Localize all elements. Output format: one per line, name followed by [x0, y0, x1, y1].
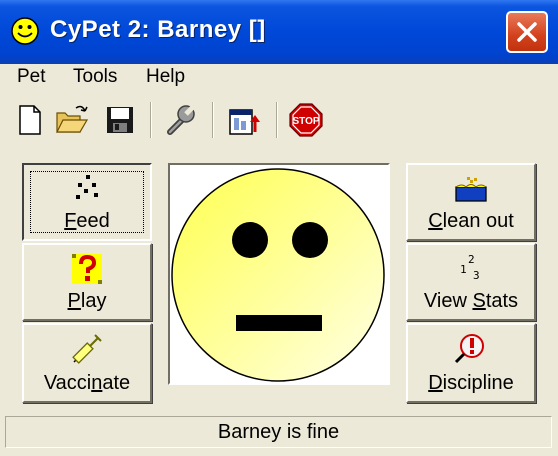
discipline-label: Discipline [428, 372, 514, 394]
feed-button[interactable]: Feed [22, 163, 152, 241]
close-button[interactable] [506, 11, 548, 53]
new-file-icon[interactable] [12, 102, 48, 138]
menu-pet[interactable]: Pet [17, 66, 46, 88]
toolbar-separator [212, 102, 214, 138]
window-title: CyPet 2: Barney [] [50, 16, 266, 43]
discipline-button[interactable]: Discipline [406, 323, 536, 403]
feed-label: Feed [64, 210, 110, 232]
warning-icon [453, 331, 489, 371]
question-toy-icon [70, 252, 104, 292]
stop-text: STOP [292, 116, 319, 127]
wrench-icon[interactable] [162, 102, 198, 138]
status-bar: Barney is fine [5, 416, 552, 448]
clean-out-button[interactable]: Clean out [406, 163, 536, 241]
open-folder-icon[interactable] [54, 102, 90, 138]
view-stats-button[interactable]: 1 2 3 View Stats [406, 243, 536, 321]
play-label: Play [67, 290, 107, 312]
stats-numbers-icon: 1 2 3 [456, 251, 486, 289]
toolbar-separator [276, 102, 278, 138]
litter-tray-icon [454, 175, 488, 209]
stats-digit: 3 [473, 269, 480, 282]
clean-out-label: Clean out [428, 210, 514, 232]
food-pellets-icon [72, 173, 102, 209]
vaccinate-label: Vaccinate [43, 372, 131, 394]
smiley-icon [10, 16, 40, 46]
toolbar: STOP [0, 96, 558, 144]
menu-help[interactable]: Help [146, 66, 185, 88]
menu-tools[interactable]: Tools [73, 66, 117, 88]
pet-left-eye [232, 222, 268, 258]
toolbar-separator [150, 102, 152, 138]
pet-face [171, 168, 385, 382]
window-export-icon[interactable] [226, 102, 262, 138]
pet-mouth [236, 315, 322, 331]
vaccinate-button[interactable]: Vaccinate [22, 323, 152, 403]
view-stats-label: View Stats [423, 290, 519, 312]
play-button[interactable]: Play [22, 243, 152, 321]
menu-bar: Pet Tools Help [0, 64, 558, 90]
save-icon[interactable] [102, 102, 138, 138]
stop-sign-icon[interactable]: STOP [288, 102, 324, 138]
syringe-icon [70, 332, 104, 372]
pet-display [168, 163, 390, 385]
stats-digit: 1 [460, 263, 467, 276]
pet-right-eye [292, 222, 328, 258]
stats-digit: 2 [468, 253, 475, 266]
status-text: Barney is fine [217, 421, 340, 443]
title-bar[interactable]: CyPet 2: Barney [] [0, 0, 558, 64]
app-window: CyPet 2: Barney [] Pet Tools Help STOP F… [0, 0, 558, 456]
